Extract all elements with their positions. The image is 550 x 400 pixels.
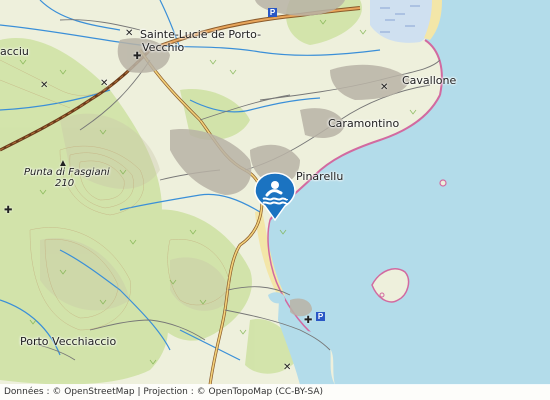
church-icon: ✕ (380, 82, 389, 93)
place-label-pinarellu: Pinarellu (296, 170, 344, 183)
attribution-sep: | Projection : © (134, 387, 209, 397)
place-label-vecchio: Vecchio (142, 41, 185, 54)
church-icon: ✕ (40, 80, 49, 91)
place-label-sainte-lucie: Sainte-Lucie de Porto- (140, 28, 262, 41)
church-icon: ✚ (133, 51, 142, 62)
place-label-cavallone: Cavallone (402, 74, 457, 87)
place-label-acciu: acciu (0, 45, 29, 58)
place-label-caramontino: Caramontino (328, 117, 400, 130)
attribution-prefix: Données : © (4, 387, 65, 397)
summit-elevation: 210 (55, 178, 75, 189)
attribution-bar: Données : © OpenStreetMap | Projection :… (0, 384, 550, 400)
attribution-license: (CC-BY-SA) (272, 387, 324, 397)
church-icon: ✚ (4, 205, 13, 216)
church-icon: ✕ (125, 28, 134, 39)
place-label-porto-vecchiaccio: Porto Vecchiaccio (20, 335, 117, 348)
church-icon: ✕ (283, 362, 292, 373)
parking-icon: P (268, 8, 277, 17)
beach-marker[interactable] (254, 172, 296, 222)
osm-link[interactable]: OpenStreetMap (64, 387, 134, 397)
opentopomap-link[interactable]: OpenTopoMap (209, 387, 273, 397)
map-view[interactable]: Sainte-Lucie de Porto- Vecchio Cavallone… (0, 0, 550, 400)
parking-icon: P (316, 312, 325, 321)
swimming-icon (254, 172, 296, 222)
summit-icon: ▲ (58, 158, 68, 169)
church-icon: ✚ (304, 315, 313, 326)
church-icon: ✕ (100, 78, 109, 89)
